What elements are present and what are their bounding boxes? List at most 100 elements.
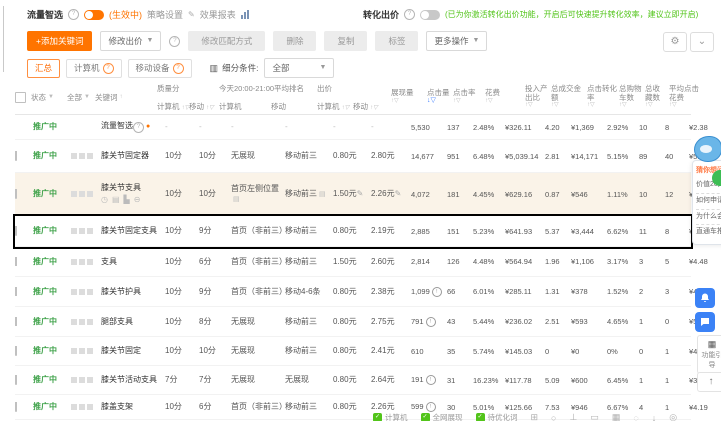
modify-bid-dropdown[interactable]: 修改出价 ▼ [100,31,162,51]
sort-filter-icon[interactable]: ↓▽ [427,97,451,105]
rank-assist-icon[interactable]: ▤ [233,196,240,203]
header-quality-pc[interactable]: 计算机 ↑▽ [157,101,189,112]
sort-filter-icon[interactable]: ↑▽ [485,98,523,105]
chat-button[interactable] [695,312,715,332]
bid-mobile-cell[interactable]: 2.26元✎ [371,189,411,199]
impression-insight-icon[interactable]: ! [425,375,436,385]
header-rank-pc[interactable]: 计算机 [219,101,271,112]
keyword-cell[interactable]: 膝关节固定 [101,346,165,356]
row-checkbox[interactable] [15,256,17,267]
keyword-cell[interactable]: 膝关节固定支具 [101,226,165,236]
row-checkbox[interactable] [15,151,17,161]
delete-button[interactable]: 删除 [273,31,317,51]
keyword-text[interactable]: 膝关节固定支具 [101,226,157,235]
faq-link[interactable]: 如何申请图片功能 [696,194,721,210]
keyword-text[interactable]: 膝关节护具 [101,287,141,296]
bid-pc-cell[interactable]: 0.80元 [333,375,371,385]
row-checkbox[interactable] [15,375,17,385]
row-checkbox[interactable] [15,346,17,356]
settings-gear-button[interactable]: ⚙ [663,32,687,52]
row-checkbox[interactable] [15,189,17,199]
copy-button[interactable]: 复制 [324,31,368,51]
header-metric-8[interactable]: 总收藏数 ↑▽ [645,80,669,114]
keyword-cell[interactable]: 膝关节固定器 [101,151,165,161]
tab-summary[interactable]: 汇总 [27,58,61,78]
table-row[interactable]: 推广中 膝关节固定 10分 10分 无展现 移动前三 0.80元 2.41元 610 35 5.74… [15,337,708,366]
header-rank-mobile[interactable]: 移动 [271,101,317,112]
strategy-settings-link[interactable]: 策略设置 [147,8,183,21]
select-all-checkbox[interactable] [15,91,26,103]
footer-tool-icon[interactable]: ▭ [590,412,599,421]
header-all-filter[interactable]: 全部 ▼ [67,80,95,114]
bid-mobile-cell[interactable]: - [371,122,411,132]
keyword-cell[interactable]: 流量智选? ● [101,121,165,133]
report-icon[interactable]: ▤ [112,195,120,205]
sort-filter-icon[interactable]: ↑▽ [669,102,699,109]
bid-mobile-cell[interactable]: 2.19元 [371,226,411,236]
floating-green-button[interactable] [712,170,721,186]
table-row[interactable]: 推广中 膝关节固定器 10分 10分 无展现 移动前三 0.80元 2.80元 14,677 95… [15,140,708,173]
header-bid-pc[interactable]: 计算机 ↑▽ [317,101,353,112]
collapse-chevron-button[interactable]: ⌄ [690,32,714,52]
header-metric-6[interactable]: 点击转化率 ↑▽ [587,80,619,114]
faq-link[interactable]: 为什么会过日期 [696,210,721,226]
row-checkbox[interactable] [15,402,17,412]
bid-mobile-cell[interactable]: 2.26元 [371,402,411,412]
sort-filter-icon[interactable]: ↑▽ [587,102,617,109]
report-link[interactable]: 效果报表 [200,8,236,21]
bid-mobile-cell[interactable]: 2.38元 [371,287,411,297]
edit-pencil-icon[interactable]: ✎ [188,10,195,19]
header-metric-9[interactable]: 平均点击花费 ↑▽ [669,80,701,114]
bid-pc-cell[interactable]: 0.80元 [333,317,371,327]
header-select-all[interactable] [15,80,31,114]
chart-icon[interactable]: ▙ [124,195,130,205]
impression-insight-icon[interactable]: ! [425,316,436,327]
keyword-cell[interactable]: 支具 [101,257,165,267]
keyword-text[interactable]: 腿部支具 [101,317,133,326]
keyword-cell[interactable]: 膝关节护具 [101,287,165,297]
table-row[interactable]: 推广中 流量智选? ● - - - - - -5,530 137 2.48% ¥326.11 4.20 ¥… [15,115,708,140]
row-checkbox[interactable] [15,226,17,236]
rank-assist-icon[interactable]: ▤ [319,191,326,198]
footer-tool-icon[interactable]: ↓ [652,413,657,421]
bid-pc-cell[interactable]: 0.80元 [333,402,371,412]
more-actions-dropdown[interactable]: 更多操作 ▼ [426,31,488,51]
footer-tool-icon[interactable]: ▦ [612,412,621,421]
sort-filter-icon[interactable]: ↑▽ [525,102,549,109]
footer-tool-icon[interactable]: ○ [551,413,556,421]
bid-mobile-cell[interactable]: 2.60元 [371,257,411,267]
keyword-text[interactable]: 膝关节固定器 [101,151,149,160]
bid-mobile-cell[interactable]: 2.75元 [371,317,411,327]
header-metric-2[interactable]: 点击率 ↑▽ [453,80,485,114]
header-metric-5[interactable]: 总成交金额 ↑▽ [551,80,587,114]
table-row[interactable]: 推广中 膝关节固定支具 10分 9分 首页（非前三） 移动前三 0.80元 2.19元 2,88… [13,214,708,249]
sort-filter-icon[interactable]: ↑▽ [619,102,643,109]
keyword-text[interactable]: 膝关节活动支具 [101,375,157,384]
table-row[interactable]: 推广中 膝关节护具 10分 9分 首页（非前三） 移动4-6条 0.80元 2.38元 1,09… [15,277,708,307]
bid-pc-cell[interactable]: 0.80元 [333,287,371,297]
keyword-text[interactable]: 膝关节支具 [101,183,141,192]
keyword-text[interactable]: 膝关节固定 [101,346,141,355]
row-checkbox[interactable] [15,316,17,327]
edit-pencil-icon[interactable]: ✎ [357,189,364,198]
add-keyword-button[interactable]: +添加关键词 [27,31,93,51]
smart-traffic-toggle[interactable] [84,9,105,20]
header-metric-4[interactable]: 投入产出比 ↑▽ [525,80,551,114]
impression-insight-icon[interactable]: ! [425,402,436,412]
header-quality-mobile[interactable]: 移动 ↑▽ [189,101,219,112]
row-checkbox[interactable] [15,286,17,297]
footer-tool-icon[interactable]: ◎ [669,412,677,421]
tag-button[interactable]: 标签 [375,31,419,51]
tab-mobile[interactable]: 移动设备? [127,58,192,78]
notification-bell-button[interactable] [695,288,715,308]
sort-filter-icon[interactable]: ↑▽ [391,98,425,105]
pause-icon[interactable]: ⊖ [134,195,141,205]
bid-pc-cell[interactable]: - [333,122,371,132]
header-metric-0[interactable]: 展现量 ↑▽ [391,80,427,114]
bid-mobile-cell[interactable]: 2.64元 [371,375,411,385]
bar-chart-icon[interactable] [240,10,249,19]
sort-filter-icon[interactable]: ↑▽ [551,102,585,109]
keyword-text[interactable]: 支具 [101,257,117,266]
sort-filter-icon[interactable]: ↑▽ [453,98,483,105]
keyword-text[interactable]: 膝盖支架 [101,402,133,411]
